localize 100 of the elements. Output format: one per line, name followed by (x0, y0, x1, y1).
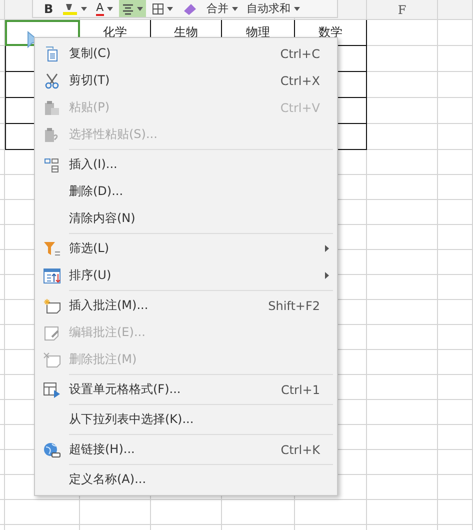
row-header[interactable] (0, 300, 5, 325)
table-cell (438, 98, 473, 124)
table-cell (367, 300, 438, 325)
row-header[interactable] (0, 200, 5, 225)
caret-icon (81, 6, 88, 10)
row-header[interactable] (0, 275, 5, 300)
submenu-arrow-icon (325, 245, 329, 252)
row-header[interactable] (0, 250, 5, 275)
clipboard-icon (44, 126, 60, 142)
font-color-button[interactable]: A (93, 0, 116, 17)
row-header[interactable] (0, 475, 5, 500)
globe-icon (43, 442, 61, 458)
format-cells-icon (43, 382, 61, 398)
table-cell (438, 175, 473, 200)
row-header[interactable] (0, 98, 5, 124)
table-cell (438, 325, 473, 350)
table-cell (367, 325, 438, 350)
table-cell (367, 46, 438, 72)
row-header[interactable] (0, 325, 5, 350)
table-cell (367, 475, 438, 500)
table-cell (367, 275, 438, 300)
table-cell (367, 175, 438, 200)
table-cell (367, 72, 438, 98)
menu-item[interactable]: 插入(I)... (35, 151, 337, 178)
table-cell (438, 200, 473, 225)
table-cell (438, 350, 473, 375)
align-button[interactable] (118, 0, 146, 17)
menu-item[interactable]: 设置单元格格式(F)... Ctrl+1 (35, 376, 337, 403)
row-header[interactable] (0, 20, 5, 46)
dropdown-button[interactable]: 自动求和 (244, 0, 303, 17)
caret-icon (106, 6, 113, 10)
eraser-icon (182, 2, 198, 16)
table-cell (367, 20, 438, 46)
menu-item[interactable]: 清除内容(N) (35, 205, 337, 232)
scissors-icon (44, 72, 60, 88)
paint-bucket-icon (62, 2, 78, 16)
table-cell (367, 250, 438, 275)
row-header[interactable] (0, 450, 5, 475)
note-icon (43, 324, 61, 340)
table-cell (438, 72, 473, 98)
table-cell (438, 124, 473, 150)
column-header[interactable]: F (367, 0, 438, 20)
caret-icon (166, 6, 173, 10)
insert-icon (44, 156, 60, 172)
column-header[interactable] (438, 0, 473, 20)
caret-icon (294, 6, 300, 10)
table-cell (438, 20, 473, 46)
table-cell (367, 425, 438, 450)
table-cell (438, 300, 473, 325)
borders-icon (152, 2, 164, 14)
row-header[interactable] (0, 175, 5, 200)
dropdown-button[interactable]: 合并 (204, 0, 241, 17)
row-header[interactable] (0, 350, 5, 375)
table-cell (367, 450, 438, 475)
table-cell (438, 150, 473, 175)
caret-icon (136, 6, 143, 10)
table-cell (367, 350, 438, 375)
table-cell (438, 46, 473, 72)
table-cell (438, 275, 473, 300)
column-header[interactable] (0, 0, 5, 20)
table-cell (367, 150, 438, 175)
table-cell (438, 400, 473, 425)
caret-icon (232, 6, 238, 10)
menu-item[interactable]: 插入批注(M)... Shift+F2 (35, 292, 337, 319)
row-header[interactable] (0, 500, 5, 525)
note-icon (43, 352, 61, 368)
clipboard-icon (44, 100, 60, 116)
row-header[interactable] (0, 46, 5, 72)
table-cell (367, 124, 438, 150)
table-cell (367, 400, 438, 425)
table-cell (438, 450, 473, 475)
table-cell (367, 200, 438, 225)
copy-icon (44, 46, 60, 62)
note-icon (43, 298, 61, 314)
menu-item[interactable]: 超链接(H)... Ctrl+K (35, 436, 337, 463)
table-cell (367, 375, 438, 400)
menu-item[interactable]: 排序(U) (35, 262, 337, 289)
menu-item[interactable]: 定义名称(A)... (35, 466, 337, 493)
row-header[interactable] (0, 225, 5, 250)
menu-item[interactable]: 从下拉列表中选择(K)... (35, 406, 337, 433)
row-header[interactable] (0, 150, 5, 175)
menu-item[interactable]: 筛选(L) (35, 235, 337, 262)
submenu-arrow-icon (325, 272, 329, 279)
table-cell (367, 225, 438, 250)
row-header[interactable] (0, 375, 5, 400)
table-cell (438, 250, 473, 275)
row-header[interactable] (0, 400, 5, 425)
bold-button[interactable]: B (41, 0, 56, 17)
row-header[interactable] (0, 124, 5, 150)
align-center-icon (122, 2, 134, 14)
row-header[interactable] (0, 425, 5, 450)
table-cell (438, 475, 473, 500)
row-header[interactable] (0, 72, 5, 98)
table-cell (438, 225, 473, 250)
table-cell (438, 375, 473, 400)
menu-item[interactable]: 剪切(T) Ctrl+X (35, 67, 337, 94)
sort-icon (43, 268, 61, 284)
table-cell (367, 98, 438, 124)
table-cell (438, 425, 473, 450)
menu-item[interactable]: 删除(D)... (35, 178, 337, 205)
